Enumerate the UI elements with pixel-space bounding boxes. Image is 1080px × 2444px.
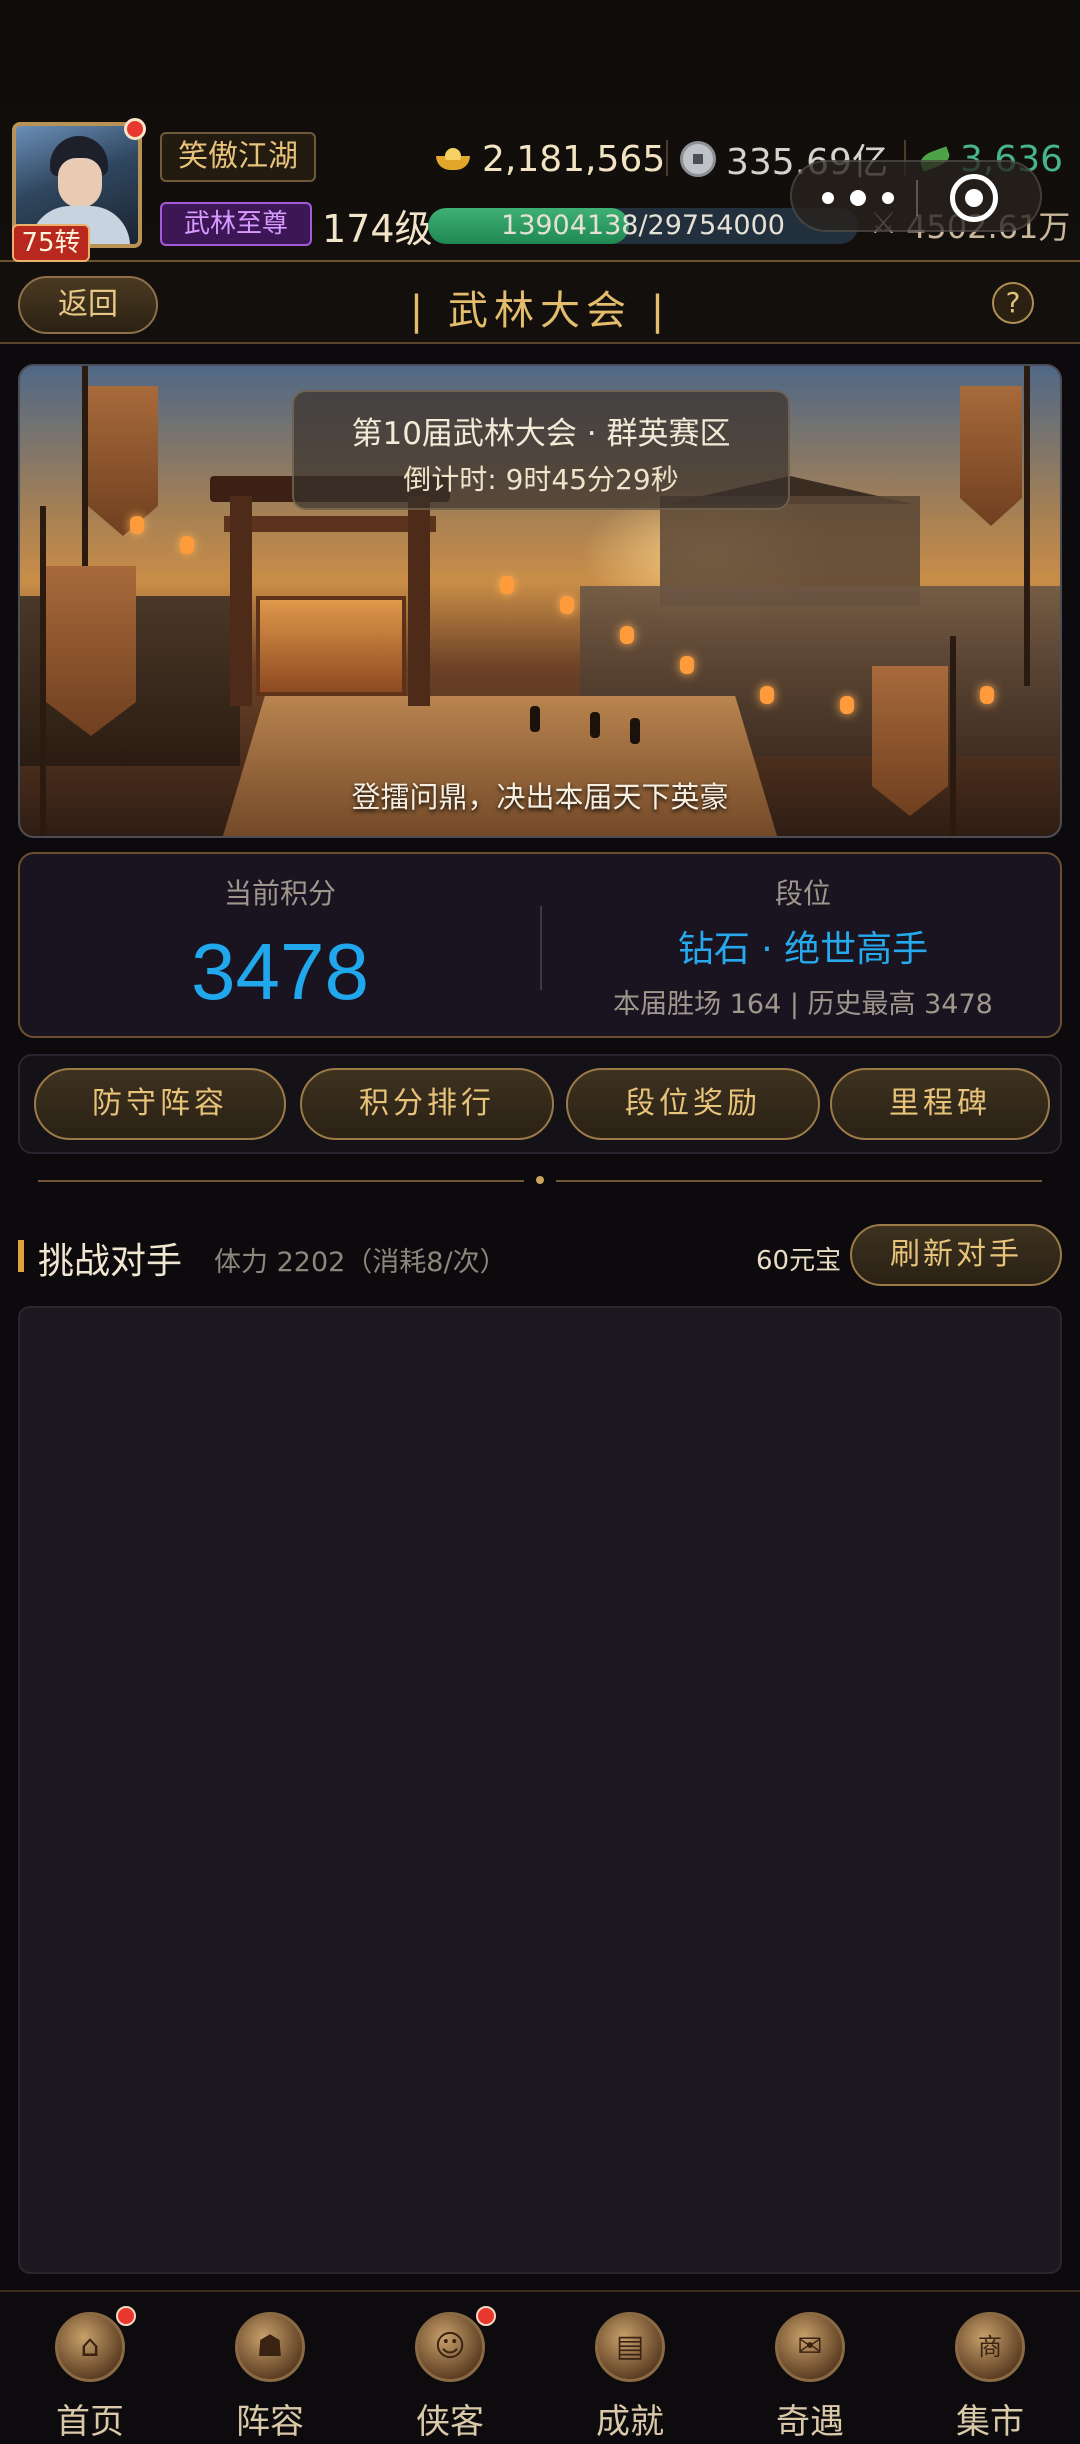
action-button-row: 防守阵容 积分排行 段位奖励 里程碑: [18, 1054, 1062, 1154]
more-dots-icon[interactable]: [822, 180, 894, 216]
tab-notification-dot: [476, 2306, 496, 2326]
milestone-button[interactable]: 里程碑: [830, 1068, 1050, 1140]
hero-icon: ☺: [415, 2312, 485, 2382]
help-button[interactable]: ?: [992, 282, 1034, 324]
war-flag: [88, 386, 158, 536]
avatar-face: [58, 158, 102, 208]
challenge-section-title: 挑战对手: [38, 1241, 183, 1282]
defense-lineup-button[interactable]: 防守阵容: [34, 1068, 286, 1140]
tab-lineup[interactable]: ☗ 阵容: [180, 2292, 360, 2444]
banner-slogan: 登擂问鼎，决出本届天下英豪: [351, 780, 729, 814]
top-status-bar: 75转 笑傲江湖 武林至尊 174级 13904138/29754000 2,1…: [0, 0, 1080, 262]
opponent-list-panel: [18, 1306, 1062, 2274]
countdown-timer: 倒计时: 9时45分29秒: [403, 463, 679, 496]
tournament-title: 第10届武林大会 · 群英赛区: [351, 416, 731, 452]
gold-amount: 2,181,565: [482, 138, 666, 180]
rank-rewards-button[interactable]: 段位奖励: [566, 1068, 820, 1140]
flag-pole: [1024, 366, 1030, 686]
section-accent-bar: [18, 1240, 24, 1272]
avatar-notification-dot: [124, 118, 146, 140]
book-icon: ▤: [595, 2312, 665, 2382]
guild-name-tag[interactable]: 笑傲江湖: [160, 132, 316, 182]
banner-info-box: 第10届武林大会 · 群英赛区 倒计时: 9时45分29秒: [292, 390, 790, 510]
silver-coin-icon: [680, 141, 716, 177]
tournament-banner: 第10届武林大会 · 群英赛区 倒计时: 9时45分29秒 登擂问鼎，决出本届天…: [18, 364, 1062, 838]
tab-achievements[interactable]: ▤ 成就: [540, 2292, 720, 2444]
lantern: [620, 626, 634, 644]
tab-label: 成就: [596, 2402, 664, 2442]
fighter-figure: [530, 706, 540, 732]
tab-label: 阵容: [236, 2402, 304, 2442]
score-value: 3478: [191, 927, 369, 1016]
fighter-figure: [630, 718, 640, 744]
page-title: | 武林大会 |: [409, 288, 671, 334]
score-ranking-button[interactable]: 积分排行: [300, 1068, 554, 1140]
lantern: [560, 596, 574, 614]
close-target-icon[interactable]: [950, 174, 998, 222]
lantern: [760, 686, 774, 704]
page-nav-bar: 返回 | 武林大会 | ?: [0, 262, 1080, 344]
home-icon: ⌂: [55, 2312, 125, 2382]
refresh-cost: 60元宝: [756, 1246, 842, 1276]
tab-label: 首页: [56, 2402, 124, 2442]
player-level: 174级: [322, 207, 433, 251]
war-flag: [46, 566, 136, 736]
tab-adventure[interactable]: ✉ 奇遇: [720, 2292, 900, 2444]
arena-floor: [220, 696, 780, 836]
gold-currency[interactable]: 2,181,565: [436, 136, 665, 182]
tab-home[interactable]: ⌂ 首页: [0, 2292, 180, 2444]
mini-program-capsule: [790, 160, 1042, 232]
tab-market[interactable]: 商 集市: [900, 2292, 1080, 2444]
rank-value: 钻石 · 绝世高手: [677, 929, 929, 970]
section-divider: [38, 1180, 524, 1182]
war-flag: [960, 386, 1022, 526]
capsule-divider: [916, 180, 918, 216]
tab-label: 侠客: [416, 2402, 484, 2442]
stamina-info: 体力 2202（消耗8/次）: [214, 1247, 507, 1278]
scroll-icon: ✉: [775, 2312, 845, 2382]
tab-label: 奇遇: [776, 2402, 844, 2442]
title-badge[interactable]: 武林至尊: [160, 202, 312, 246]
lantern: [180, 536, 194, 554]
lantern: [130, 516, 144, 534]
lantern: [840, 696, 854, 714]
section-divider: [556, 1180, 1042, 1182]
refresh-opponents-button[interactable]: 刷新对手: [850, 1224, 1062, 1286]
divider-ornament: [536, 1176, 544, 1184]
score-card: 当前积分 3478 段位 钻石 · 绝世高手 本届胜场 164 | 历史最高 3…: [18, 852, 1062, 1038]
bottom-tab-bar: ⌂ 首页 ☗ 阵容 ☺ 侠客 ▤ 成就 ✉ 奇遇 商 集市: [0, 2290, 1080, 2444]
rank-stats: 本届胜场 164 | 历史最高 3478: [613, 989, 993, 1020]
score-label: 当前积分: [223, 877, 336, 910]
tab-heroes[interactable]: ☺ 侠客: [360, 2292, 540, 2444]
rebirth-badge: 75转: [12, 224, 90, 262]
shop-icon: 商: [955, 2312, 1025, 2382]
lantern: [680, 656, 694, 674]
fighter-figure: [590, 712, 600, 738]
tab-label: 集市: [956, 2402, 1024, 2442]
team-icon: ☗: [235, 2312, 305, 2382]
gold-ingot-icon: [436, 148, 470, 170]
currency-separator: [666, 140, 668, 176]
lantern: [980, 686, 994, 704]
tab-notification-dot: [116, 2306, 136, 2326]
lantern: [500, 576, 514, 594]
arena-stage: [256, 596, 406, 696]
rank-label: 段位: [774, 877, 831, 910]
